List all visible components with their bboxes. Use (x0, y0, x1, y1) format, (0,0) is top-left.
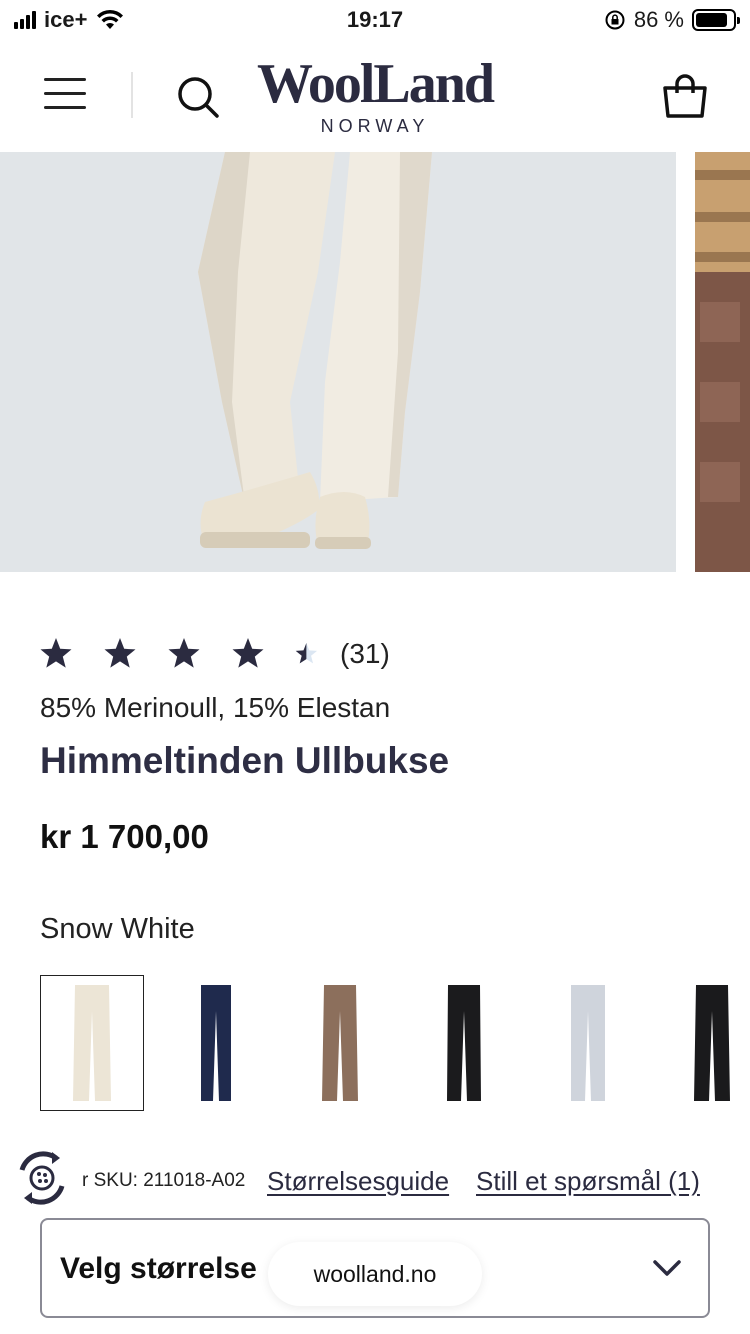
logo-subtitle: NORWAY (320, 116, 430, 136)
product-rating[interactable]: (31) (38, 636, 390, 672)
site-header: WoolLand NORWAY (0, 44, 750, 152)
pants-thumbnail (694, 985, 730, 1101)
product-title: Himmeltinden Ullbukse (40, 740, 450, 781)
star-icon (104, 638, 136, 668)
size-guide-link[interactable]: Størrelsesguide (267, 1166, 449, 1197)
star-icon (40, 638, 72, 668)
color-swatch[interactable] (288, 975, 392, 1111)
product-photo-pants (198, 152, 432, 549)
logo-wordmark: WoolLand (256, 53, 495, 115)
color-swatch[interactable] (536, 975, 640, 1111)
status-bar: ice+ 19:17 86 % (0, 0, 750, 40)
battery-percent: 86 % (633, 7, 684, 32)
support-widget-icon (19, 1151, 65, 1205)
pants-thumbnail (571, 985, 605, 1101)
pants-thumbnail (73, 985, 111, 1101)
help-widget-button[interactable] (12, 1148, 72, 1208)
product-image-main[interactable] (0, 152, 676, 572)
product-image-next[interactable] (695, 152, 750, 572)
star-icon (168, 638, 200, 668)
header-divider (131, 72, 133, 118)
chevron-down-icon (653, 1260, 681, 1276)
product-material: 85% Merinoull, 15% Elestan (40, 692, 391, 723)
color-swatches (40, 975, 750, 1111)
rotation-lock-icon (605, 10, 625, 30)
rating-count[interactable]: (31) (340, 638, 390, 670)
shopping-bag-icon (663, 74, 707, 118)
size-select-label: Velg størrelse (60, 1252, 257, 1285)
browser-url-pill[interactable]: woolland.no (268, 1242, 482, 1306)
product-links-row: r SKU: 211018-A02 Størrelsesguide Still … (0, 1148, 750, 1212)
pants-thumbnail (322, 985, 358, 1101)
color-swatch[interactable] (660, 975, 750, 1111)
product-photo-next (695, 152, 750, 572)
menu-icon (44, 78, 86, 81)
battery-icon (692, 9, 740, 31)
star-icon (232, 638, 264, 668)
product-sku: r SKU: 211018-A02 (82, 1170, 246, 1191)
color-swatch[interactable] (164, 975, 268, 1111)
status-right: 86 % (604, 7, 740, 33)
color-swatch[interactable] (40, 975, 144, 1111)
search-icon (178, 77, 219, 118)
pants-thumbnail (201, 985, 231, 1101)
pants-thumbnail (447, 985, 481, 1101)
ask-question-link[interactable]: Still et spørsmål (1) (476, 1166, 700, 1197)
product-price: kr 1 700,00 (40, 818, 209, 855)
cart-button[interactable] (660, 72, 710, 122)
selected-color-name: Snow White (40, 913, 195, 945)
site-logo[interactable]: WoolLand NORWAY (230, 54, 520, 137)
menu-button[interactable] (44, 78, 88, 112)
search-button[interactable] (174, 72, 222, 120)
color-swatch[interactable] (412, 975, 516, 1111)
half-star-icon (295, 643, 318, 664)
